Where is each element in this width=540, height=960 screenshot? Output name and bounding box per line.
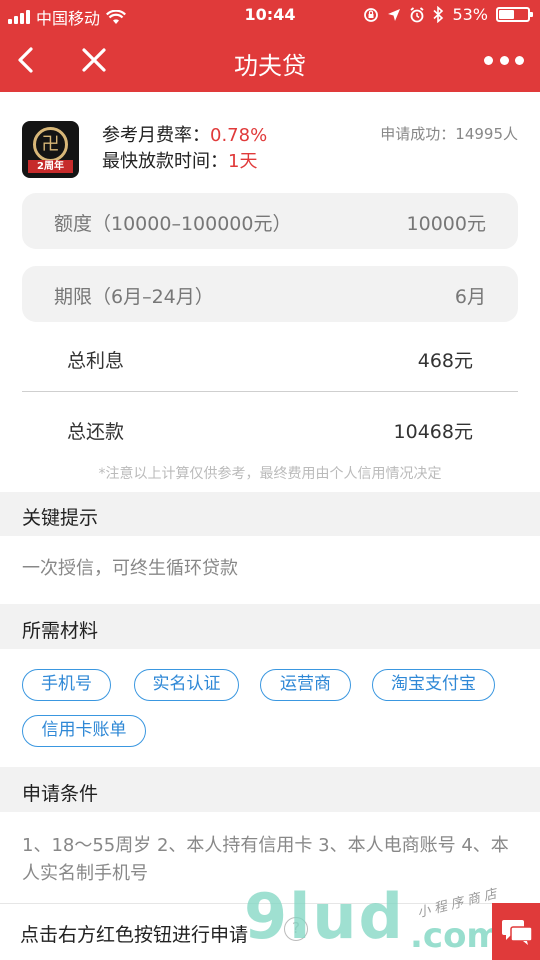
- materials-heading-text: 所需材料: [22, 620, 99, 642]
- chat-icon: [502, 920, 533, 945]
- tips-text: 一次授信，可终生循环贷款: [22, 558, 238, 579]
- status-bar: 中国移动 10:44 53%: [0, 0, 540, 30]
- total-repay-label: 总还款: [67, 421, 125, 443]
- material-tag: 信用卡账单: [22, 715, 146, 747]
- total-interest-value: 468元: [417, 350, 473, 372]
- page-title: 功夫贷: [234, 52, 306, 80]
- alarm-icon: [410, 6, 424, 22]
- divider: [22, 391, 518, 392]
- amount-label: 额度（10000–100000元）: [54, 213, 292, 235]
- disclaimer-note: *注意以上计算仅供参考，最终费用由个人信用情况决定: [98, 466, 442, 482]
- location-icon: [388, 8, 401, 21]
- amount-selector[interactable]: 额度（10000–100000元） 10000元: [22, 193, 518, 249]
- loan-time-label: 最快放款时间：: [102, 151, 228, 172]
- battery-level: [499, 10, 514, 19]
- tips-heading-text: 关键提示: [22, 507, 99, 529]
- conditions-heading: 申请条件: [0, 768, 540, 812]
- battery-icon: [496, 7, 533, 22]
- more-dots-icon[interactable]: [484, 50, 524, 70]
- total-repay-row: 总还款 10468元: [22, 399, 518, 459]
- amount-value: 10000元: [406, 213, 486, 235]
- status-right: 53%: [363, 5, 533, 24]
- watermark-domain: .com: [410, 916, 502, 956]
- chat-button[interactable]: [492, 903, 540, 960]
- monthly-rate: 参考月费率：0.78%: [102, 121, 267, 147]
- total-repay-value: 10468元: [393, 421, 473, 443]
- logo-emblem-icon: 卍: [33, 127, 68, 162]
- battery-percent: 53%: [452, 5, 488, 24]
- loan-time: 最快放款时间：1天: [102, 147, 257, 173]
- term-selector[interactable]: 期限（6月–24月） 6月: [22, 266, 518, 322]
- nav-bar: 功夫贷: [0, 30, 540, 92]
- material-tag: 实名认证: [134, 669, 239, 701]
- apply-hint: 点击右方红色按钮进行申请: [20, 924, 249, 946]
- loan-time-value: 1天: [228, 151, 258, 172]
- bluetooth-icon: [433, 6, 444, 23]
- materials-heading: 所需材料: [0, 605, 540, 649]
- term-label: 期限（6月–24月）: [54, 286, 214, 308]
- material-tag: 淘宝支付宝: [372, 669, 495, 701]
- materials-body: [0, 649, 540, 767]
- logo-ribbon: 2周年: [28, 160, 73, 173]
- orientation-lock-icon: [364, 7, 379, 22]
- success-count: 申请成功：14995人: [380, 125, 518, 143]
- tips-heading: 关键提示: [0, 492, 540, 536]
- product-logo: 卍 2周年: [22, 121, 79, 178]
- total-interest-label: 总利息: [67, 350, 125, 372]
- term-value: 6月: [454, 286, 486, 308]
- monthly-rate-label: 参考月费率：: [102, 125, 210, 146]
- material-tag: 运营商: [260, 669, 351, 701]
- tips-body: 一次授信，可终生循环贷款: [0, 536, 540, 604]
- total-interest-row: 总利息 468元: [22, 328, 518, 388]
- monthly-rate-value: 0.78%: [210, 125, 268, 146]
- material-tag: 手机号: [22, 669, 111, 701]
- conditions-heading-text: 申请条件: [22, 783, 99, 805]
- watermark-logo: 9lud: [244, 880, 405, 953]
